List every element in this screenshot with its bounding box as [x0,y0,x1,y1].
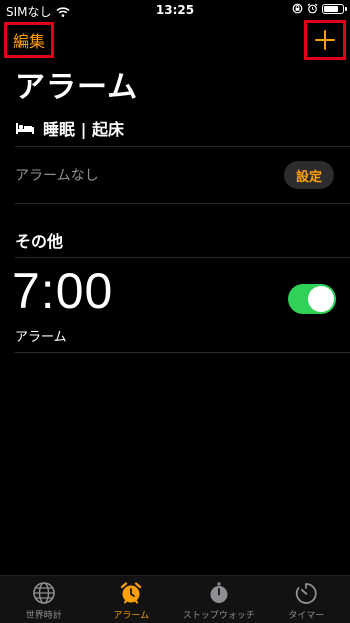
sleep-wake-label: 睡眠 | 起床 [43,120,124,139]
tab-alarm[interactable]: アラーム [88,576,176,623]
add-alarm-button[interactable] [304,20,346,60]
page-title: アラーム [15,70,139,105]
tab-world-clock[interactable]: 世界時計 [0,576,88,623]
alarm-time: 7:00 [12,263,114,319]
setup-button-label: 設定 [295,169,322,185]
sleep-wake-header: 睡眠 | 起床 [15,116,124,140]
battery-fill [324,5,338,12]
tab-label: ストップウォッチ [182,611,255,621]
divider [15,203,350,204]
tab-label: アラーム [113,611,150,621]
tab-label: 世界時計 [25,611,62,621]
setup-button[interactable]: 設定 [284,161,334,189]
alarm-clock-icon [121,582,142,604]
tab-bar: 世界時計 アラーム ストップウォッチ タイマー [0,575,350,623]
no-alarm-text: アラームなし [15,168,99,184]
alarm-label: アラーム [15,330,67,345]
rotation-lock-icon [292,3,303,14]
edit-button-label: 編集 [12,32,45,51]
timer-icon [296,583,317,604]
section-heading-other: その他 [15,232,64,251]
tab-timer[interactable]: タイマー [263,576,350,623]
alarm-toggle[interactable] [288,284,336,314]
divider [15,146,350,147]
status-bar: SIMなし 13:25 [0,0,350,20]
divider [15,352,350,353]
stopwatch-icon [210,582,228,603]
bed-icon [16,123,34,134]
tab-label: タイマー [288,611,325,621]
toggle-knob [308,286,334,312]
plus-icon [315,30,335,50]
edit-button[interactable]: 編集 [4,22,54,58]
tab-stopwatch[interactable]: ストップウォッチ [175,576,263,623]
alarm-status-icon [307,3,318,14]
divider [15,257,350,258]
status-right [292,3,347,14]
globe-icon [32,582,55,604]
battery-icon [322,3,347,14]
